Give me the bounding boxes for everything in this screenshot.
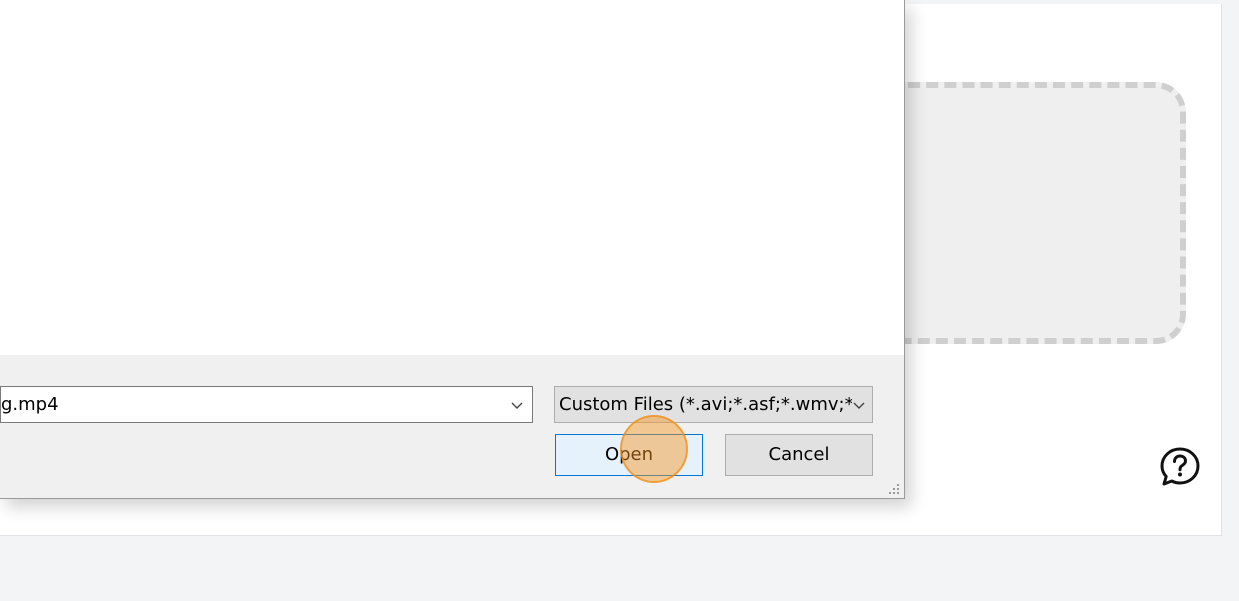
file-list-area[interactable] [0, 0, 904, 355]
click-highlight [620, 415, 688, 483]
filename-input[interactable]: g.mp4 [0, 386, 533, 423]
chevron-down-icon[interactable] [510, 398, 524, 412]
file-open-dialog: g.mp4 Custom Files (*.avi;*.asf;*.wmv;* … [0, 0, 905, 499]
chevron-down-icon [852, 398, 866, 412]
file-type-value: Custom Files (*.avi;*.asf;*.wmv;* [559, 394, 854, 415]
resize-grip-icon[interactable] [886, 481, 900, 495]
upload-dropzone[interactable] [860, 82, 1186, 344]
cancel-button[interactable]: Cancel [725, 434, 873, 476]
file-type-select[interactable]: Custom Files (*.avi;*.asf;*.wmv;* [554, 386, 873, 423]
help-icon[interactable] [1159, 446, 1201, 488]
filename-value: g.mp4 [1, 394, 59, 415]
